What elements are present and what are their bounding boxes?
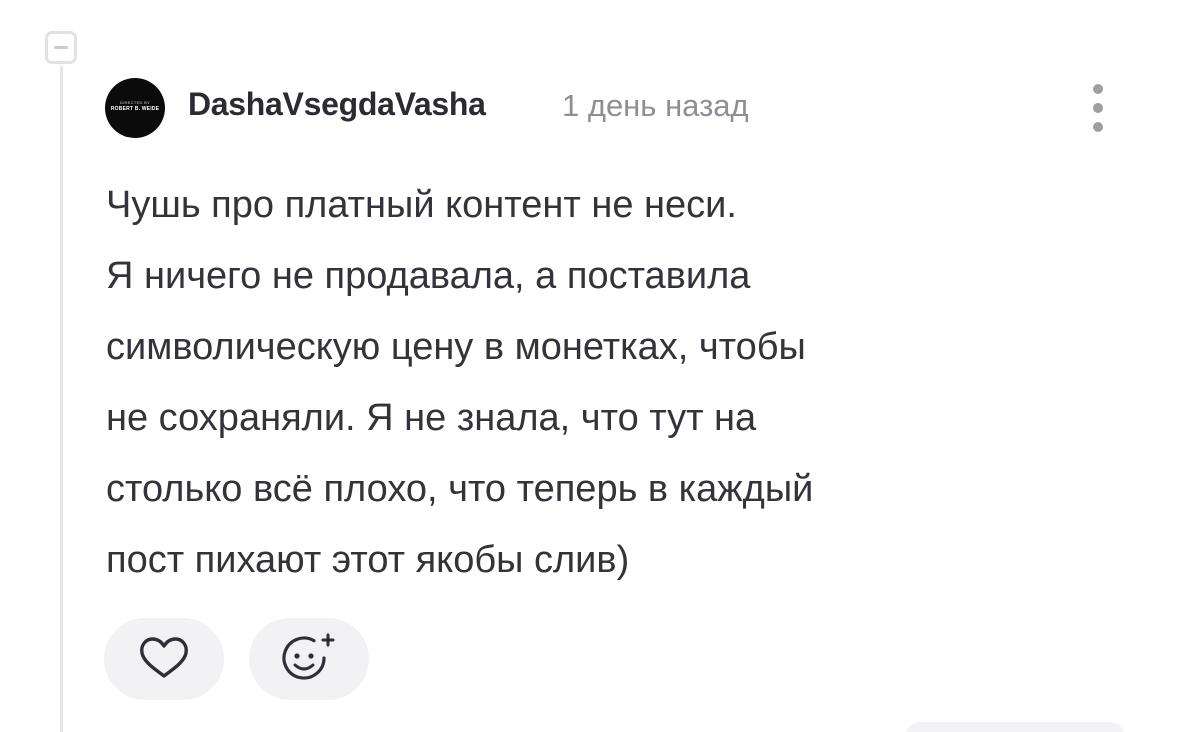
like-button[interactable] — [104, 618, 224, 700]
comment-line: Чушь про платный контент не неси. — [106, 184, 737, 226]
minus-icon — [54, 46, 68, 49]
comment-line: пост пихают этот якобы слив) — [106, 539, 630, 581]
dot-icon — [1093, 122, 1103, 132]
add-reaction-button[interactable] — [249, 618, 369, 700]
heart-outline-icon — [140, 637, 188, 678]
more-options-button[interactable] — [1084, 80, 1114, 136]
dot-icon — [1093, 84, 1103, 94]
comment-screen: DIRECTED BY ROBERT B. WEIDE DashaVsegdaV… — [0, 0, 1179, 732]
avatar-caption-main: ROBERT B. WEIDE — [110, 106, 160, 112]
next-item-partial — [905, 722, 1125, 732]
dot-icon — [1093, 103, 1103, 113]
author-name[interactable]: DashaVsegdaVasha — [188, 86, 486, 123]
thread-line[interactable] — [60, 66, 63, 732]
collapse-thread-button[interactable] — [45, 31, 77, 64]
smiley-plus-icon — [282, 633, 335, 680]
avatar-caption-top: DIRECTED BY — [119, 100, 151, 105]
comment-line: не сохраняли. Я не знала, что тут на — [106, 397, 757, 439]
comment-line: столько всё плохо, что теперь в каждый — [106, 468, 814, 510]
comment-timestamp: 1 день назад — [562, 88, 749, 123]
comment-line: символическую цену в монетках, чтобы — [106, 326, 806, 368]
avatar[interactable]: DIRECTED BY ROBERT B. WEIDE — [105, 78, 165, 138]
comment-text: Чушь про платный контент не неси. Я ниче… — [106, 170, 1106, 596]
comment-line: Я ничего не продавала, а поставила — [106, 255, 751, 297]
